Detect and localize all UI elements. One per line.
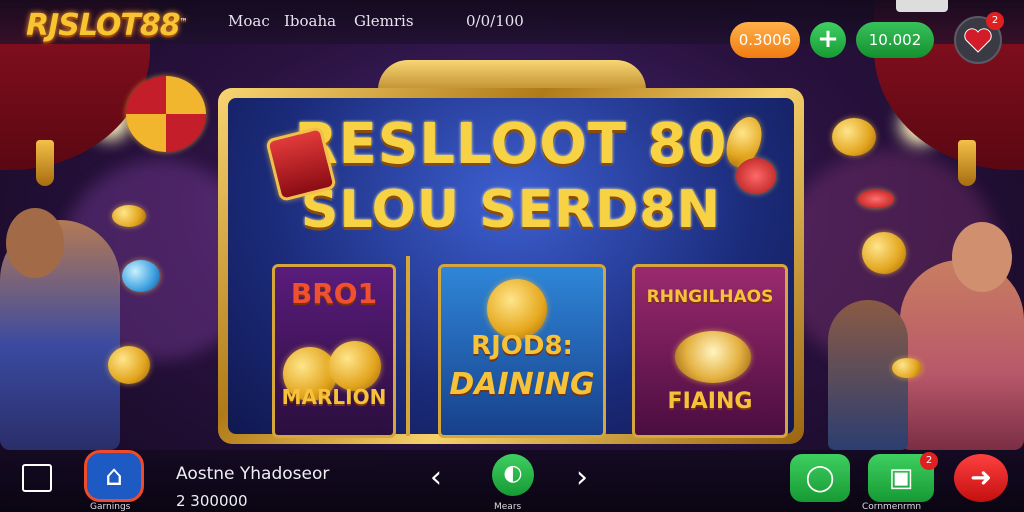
add-funds-button[interactable]: +: [810, 22, 846, 58]
forward-button[interactable]: ➜: [954, 454, 1008, 502]
wallet-icon: ▣: [888, 463, 914, 493]
nav-item-4[interactable]: 0/0/100: [466, 12, 524, 30]
coin-icon: [862, 232, 906, 274]
home-label: Garnings: [90, 502, 131, 512]
chip-stack-icon: [736, 158, 776, 194]
red-chip-icon: [858, 190, 894, 208]
menu-icon[interactable]: [22, 464, 52, 492]
right-label: Cornmenrmn: [862, 502, 922, 512]
game-card-2-title: RJOD8:: [471, 331, 573, 361]
refresh-button[interactable]: ◯: [790, 454, 850, 502]
game-card-2[interactable]: RJOD8: DAINING: [438, 264, 606, 438]
coin-icon: [892, 358, 922, 378]
wallet-badge: 2: [920, 452, 938, 470]
cheering-player-right: [900, 260, 1024, 450]
refresh-icon: ◯: [805, 463, 835, 493]
coin-stack-icon: [329, 341, 381, 391]
tassel-icon: [958, 140, 976, 186]
notification-badge: 2: [986, 12, 1004, 30]
tassel-icon: [36, 140, 54, 186]
nav-item-1[interactable]: Moac: [228, 12, 270, 30]
arrow-right-icon: ➜: [970, 463, 992, 493]
home-button[interactable]: ⌂: [84, 450, 144, 502]
golden-cup-icon: [675, 331, 751, 383]
game-lobby: RJSLOT88™ Moac Iboaha Glemris 0/0/100 0.…: [0, 0, 1024, 512]
banner-inner: RESLLOOT 80 SLOU SERD8N BRO1 MARLION RJO…: [228, 98, 794, 438]
player-head-right: [952, 222, 1012, 292]
game-card-2-label: DAINING: [449, 367, 595, 402]
coin-icon: [112, 205, 146, 227]
game-card-3-label: FIAING: [667, 389, 753, 414]
game-card-3[interactable]: RHNGILHAOS FIAING: [632, 264, 788, 438]
coin-icon: [108, 346, 150, 384]
center-label: Mears: [494, 502, 522, 512]
balance-secondary[interactable]: 10.002: [856, 22, 934, 58]
player-name: Aostne Yhadoseor: [176, 464, 330, 484]
nav-item-3[interactable]: Glemris: [354, 12, 414, 30]
coin-icon: [832, 118, 876, 156]
player-head-left: [6, 208, 64, 278]
balance-primary[interactable]: 0.3006: [730, 22, 800, 58]
card-divider: [406, 256, 410, 436]
window-controls[interactable]: [896, 0, 948, 12]
game-card-1-title: BRO1: [290, 277, 378, 310]
game-card-1-label: MARLION: [281, 385, 387, 409]
player-amount: 2 300000: [176, 492, 248, 510]
coin-icon: [122, 260, 160, 292]
beach-ball-icon: [126, 76, 206, 152]
game-card-1[interactable]: BRO1 MARLION: [272, 264, 396, 438]
game-card-3-title: RHNGILHAOS: [646, 287, 774, 307]
nav-item-2[interactable]: Iboaha: [284, 12, 336, 30]
chevron-left-icon[interactable]: ‹: [430, 460, 442, 495]
chevron-right-icon[interactable]: ›: [576, 460, 588, 495]
center-play-button[interactable]: ◐: [492, 454, 534, 496]
genie-icon: [487, 279, 547, 339]
brand-logo-text: RJSLOT88: [26, 8, 181, 43]
home-icon: ⌂: [105, 459, 123, 492]
brand-logo[interactable]: RJSLOT88™: [26, 8, 188, 43]
featured-banner[interactable]: RESLLOOT 80 SLOU SERD8N BRO1 MARLION RJO…: [218, 88, 804, 444]
trademark: ™: [179, 17, 188, 26]
